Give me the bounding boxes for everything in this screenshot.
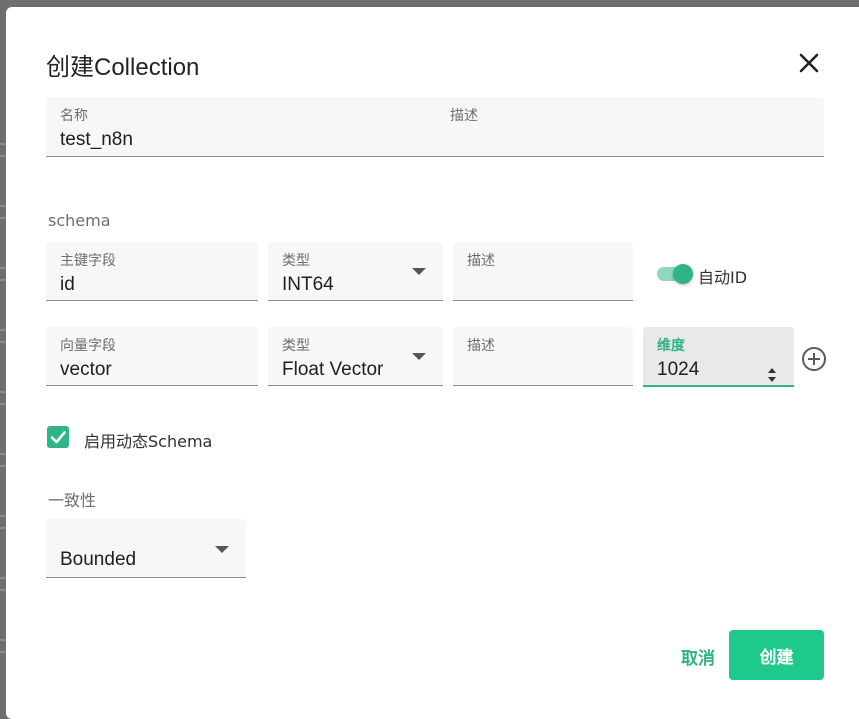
check-icon bbox=[50, 431, 66, 444]
close-icon bbox=[799, 53, 819, 73]
vector-type-select[interactable]: 类型 Float Vector bbox=[268, 327, 443, 386]
create-collection-dialog: 创建Collection 名称 test_n8n 描述 schema 主键字段 … bbox=[6, 7, 859, 719]
primary-key-label: 主键字段 bbox=[60, 253, 116, 269]
vector-field-value: vector bbox=[60, 359, 112, 380]
vector-description-label: 描述 bbox=[467, 338, 495, 354]
auto-id-toggle[interactable] bbox=[657, 264, 693, 284]
collection-description-label: 描述 bbox=[450, 108, 478, 124]
consistency-section-label: 一致性 bbox=[48, 491, 97, 510]
primary-type-value: INT64 bbox=[282, 274, 334, 295]
chevron-down-icon bbox=[412, 353, 426, 360]
vector-type-value: Float Vector bbox=[282, 359, 384, 380]
primary-key-field[interactable]: 主键字段 id bbox=[46, 242, 258, 301]
toggle-knob bbox=[673, 264, 693, 284]
vector-description-field[interactable]: 描述 bbox=[453, 327, 633, 386]
vector-type-label: 类型 bbox=[282, 338, 310, 354]
close-button[interactable] bbox=[796, 50, 822, 76]
consistency-select[interactable]: Bounded bbox=[46, 519, 246, 578]
primary-description-label: 描述 bbox=[467, 253, 495, 269]
add-circle-icon bbox=[802, 347, 826, 371]
dialog-title: 创建Collection bbox=[46, 54, 200, 81]
primary-key-value: id bbox=[60, 274, 75, 295]
primary-type-select[interactable]: 类型 INT64 bbox=[268, 242, 443, 301]
stepper-arrows-icon bbox=[768, 368, 776, 382]
schema-section-label: schema bbox=[48, 211, 111, 230]
collection-name-label: 名称 bbox=[60, 108, 88, 124]
dimension-label: 维度 bbox=[657, 338, 685, 354]
dimension-stepper[interactable] bbox=[766, 365, 778, 385]
vector-field[interactable]: 向量字段 vector bbox=[46, 327, 258, 386]
vector-field-label: 向量字段 bbox=[60, 338, 116, 354]
primary-description-field[interactable]: 描述 bbox=[453, 242, 633, 301]
auto-id-label: 自动ID bbox=[698, 268, 748, 287]
collection-name-field[interactable]: 名称 test_n8n 描述 bbox=[46, 97, 824, 157]
chevron-down-icon bbox=[215, 546, 229, 553]
dimension-value: 1024 bbox=[657, 359, 700, 380]
dynamic-schema-checkbox[interactable] bbox=[47, 426, 69, 448]
primary-type-label: 类型 bbox=[282, 253, 310, 269]
chevron-down-icon bbox=[412, 268, 426, 275]
cancel-button[interactable]: 取消 bbox=[660, 637, 736, 675]
add-field-button[interactable] bbox=[801, 346, 827, 372]
collection-name-value: test_n8n bbox=[60, 129, 133, 150]
create-button[interactable]: 创建 bbox=[729, 630, 824, 680]
dynamic-schema-label: 启用动态Schema bbox=[84, 432, 213, 451]
consistency-value: Bounded bbox=[60, 549, 137, 570]
